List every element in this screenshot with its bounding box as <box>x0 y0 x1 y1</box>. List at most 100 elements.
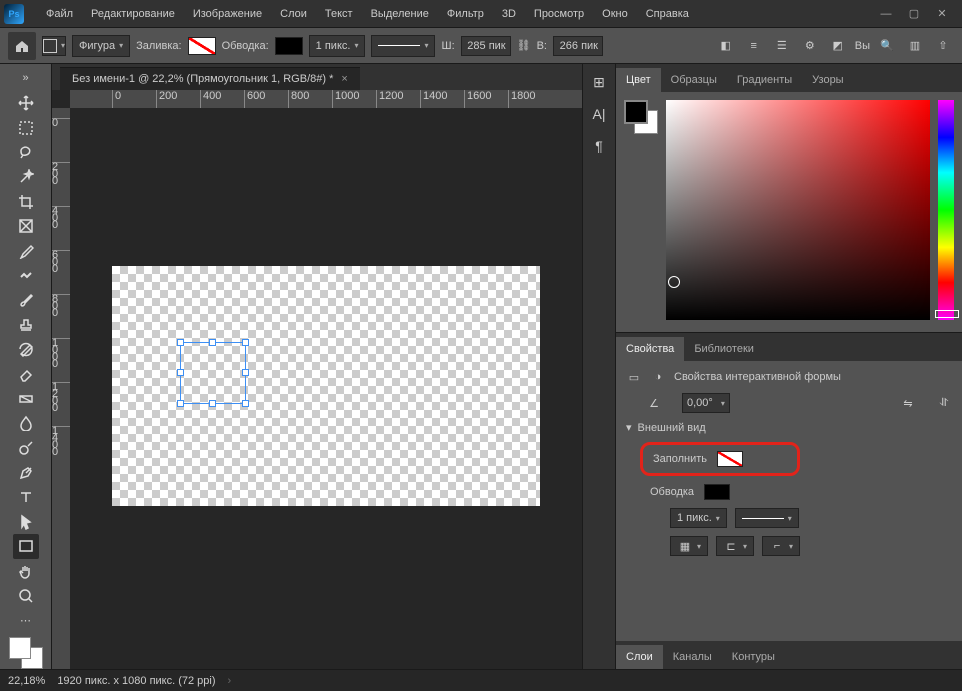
extra-options-icon[interactable]: ◩ <box>827 35 849 57</box>
tab-libraries[interactable]: Библиотеки <box>684 337 764 361</box>
close-tab-icon[interactable]: × <box>341 73 347 85</box>
handle-br[interactable] <box>242 400 249 407</box>
brush-tool[interactable] <box>13 288 39 313</box>
status-docinfo[interactable]: 1920 пикс. x 1080 пикс. (72 ppi) <box>57 675 215 687</box>
tab-paths[interactable]: Контуры <box>722 645 785 669</box>
path-select-tool[interactable] <box>13 510 39 535</box>
height-input[interactable]: 266 пик <box>553 36 603 56</box>
tool-preset-picker[interactable]: ▾ <box>42 36 66 56</box>
tab-channels[interactable]: Каналы <box>663 645 722 669</box>
stroke-width-dropdown[interactable]: 1 пикс.▾ <box>309 35 366 57</box>
tab-patterns[interactable]: Узоры <box>802 68 853 92</box>
path-operations-icon[interactable]: ◧ <box>715 35 737 57</box>
color-controls[interactable] <box>9 637 43 669</box>
marquee-tool[interactable] <box>13 115 39 140</box>
flip-v-icon[interactable]: ⥯ <box>936 395 952 411</box>
tab-properties[interactable]: Свойства <box>616 337 684 361</box>
hand-tool[interactable] <box>13 559 39 584</box>
stroke-swatch[interactable] <box>275 37 303 55</box>
artboard[interactable] <box>112 266 540 506</box>
canvas-viewport[interactable] <box>70 108 582 669</box>
handle-bl[interactable] <box>177 400 184 407</box>
panel-fg-swatch[interactable] <box>624 100 648 124</box>
path-arrange-icon[interactable]: ☰ <box>771 35 793 57</box>
menu-select[interactable]: Выделение <box>363 4 437 24</box>
wand-tool[interactable] <box>13 165 39 190</box>
menu-image[interactable]: Изображение <box>185 4 270 24</box>
home-button[interactable] <box>8 32 36 60</box>
color-field[interactable] <box>666 100 930 320</box>
hue-slider[interactable] <box>938 100 954 320</box>
handle-l[interactable] <box>177 369 184 376</box>
frame-tool[interactable] <box>13 214 39 239</box>
menu-help[interactable]: Справка <box>638 4 697 24</box>
menu-edit[interactable]: Редактирование <box>83 4 183 24</box>
stroke-caps-dropdown[interactable]: ⊏▾ <box>716 536 754 556</box>
heal-tool[interactable] <box>13 263 39 288</box>
rectangle-tool[interactable] <box>13 534 39 559</box>
menu-view[interactable]: Просмотр <box>526 4 592 24</box>
flip-h-icon[interactable]: ⇋ <box>900 395 916 411</box>
search-icon[interactable]: 🔍 <box>876 35 898 57</box>
tab-layers[interactable]: Слои <box>616 645 663 669</box>
status-chevron-icon[interactable]: › <box>228 675 232 687</box>
color-panel-swatches[interactable] <box>624 100 658 134</box>
pen-tool[interactable] <box>13 460 39 485</box>
stroke-style-dropdown-props[interactable]: ▾ <box>735 508 799 528</box>
eraser-tool[interactable] <box>13 362 39 387</box>
shape-mode-dropdown[interactable]: Фигура▾ <box>72 35 130 57</box>
blur-tool[interactable] <box>13 411 39 436</box>
gear-icon[interactable]: ⚙ <box>799 35 821 57</box>
lasso-tool[interactable] <box>13 140 39 165</box>
stroke-size-dropdown[interactable]: 1 пикс.▾ <box>670 508 727 528</box>
fill-swatch[interactable] <box>188 37 216 55</box>
menu-type[interactable]: Текст <box>317 4 361 24</box>
dodge-tool[interactable] <box>13 436 39 461</box>
tab-swatches[interactable]: Образцы <box>661 68 727 92</box>
collapse-toolbox-icon[interactable]: » <box>13 66 39 91</box>
handle-r[interactable] <box>242 369 249 376</box>
collapsed-panel-icon-1[interactable]: ⊞ <box>589 72 609 92</box>
width-input[interactable]: 285 пик <box>461 36 511 56</box>
gradient-tool[interactable] <box>13 386 39 411</box>
path-align-icon[interactable]: ≡ <box>743 35 765 57</box>
handle-tr[interactable] <box>242 339 249 346</box>
tab-gradients[interactable]: Градиенты <box>727 68 802 92</box>
collapsed-panel-icon-2[interactable]: A| <box>589 104 609 124</box>
angle-input[interactable]: 0,00°▾ <box>682 393 730 413</box>
foreground-color-swatch[interactable] <box>9 637 31 659</box>
menu-window[interactable]: Окно <box>594 4 636 24</box>
tab-color[interactable]: Цвет <box>616 68 661 92</box>
stroke-swatch-props[interactable] <box>704 484 730 500</box>
menu-filter[interactable]: Фильтр <box>439 4 492 24</box>
appearance-section[interactable]: ▾ Внешний вид <box>626 421 952 434</box>
document-tab[interactable]: Без имени-1 @ 22,2% (Прямоугольник 1, RG… <box>60 67 360 90</box>
handle-b[interactable] <box>209 400 216 407</box>
handle-tl[interactable] <box>177 339 184 346</box>
stroke-align-dropdown[interactable]: ▦▾ <box>670 536 708 556</box>
collapsed-panel-icon-3[interactable]: ¶ <box>589 136 609 156</box>
workspace-icon[interactable]: ▥ <box>904 35 926 57</box>
menu-3d[interactable]: 3D <box>494 4 524 24</box>
edit-toolbar-icon[interactable]: ⋯ <box>13 608 39 633</box>
close-button[interactable]: ✕ <box>934 6 950 22</box>
maximize-button[interactable]: ▢ <box>906 6 922 22</box>
fill-swatch-props[interactable] <box>717 451 743 467</box>
crop-tool[interactable] <box>13 189 39 214</box>
zoom-tool[interactable] <box>13 583 39 608</box>
eyedropper-tool[interactable] <box>13 238 39 263</box>
stamp-tool[interactable] <box>13 312 39 337</box>
share-icon[interactable]: ⇧ <box>932 35 954 57</box>
stroke-style-dropdown[interactable]: ▾ <box>371 35 435 57</box>
history-brush-tool[interactable] <box>13 337 39 362</box>
handle-t[interactable] <box>209 339 216 346</box>
stroke-corners-dropdown[interactable]: ⌐▾ <box>762 536 800 556</box>
status-zoom[interactable]: 22,18% <box>8 675 45 687</box>
move-tool[interactable] <box>13 91 39 116</box>
type-tool[interactable] <box>13 485 39 510</box>
minimize-button[interactable]: — <box>878 6 894 22</box>
menu-layer[interactable]: Слои <box>272 4 315 24</box>
shape-selection[interactable] <box>180 342 246 404</box>
menu-file[interactable]: Файл <box>38 4 81 24</box>
link-wh-icon[interactable]: ⛓ <box>517 39 531 52</box>
